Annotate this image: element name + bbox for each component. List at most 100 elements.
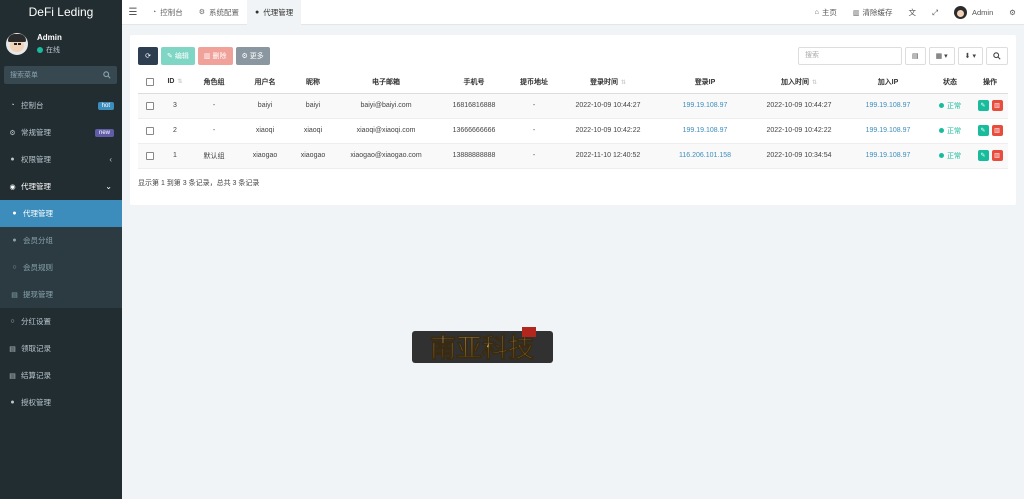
- cell-nickname: xiaoqi: [290, 118, 336, 144]
- settings-icon: ○: [10, 318, 15, 325]
- gear-icon: ⚙: [198, 9, 206, 16]
- row-delete-button[interactable]: ▥: [991, 150, 1003, 161]
- row-checkbox[interactable]: [146, 126, 154, 135]
- cell-login-ip[interactable]: 116.206.101.158: [660, 143, 750, 169]
- edit-button[interactable]: ✎ 编辑: [161, 47, 195, 65]
- row-edit-button[interactable]: ✎: [977, 150, 989, 161]
- brand-title[interactable]: DeFi Leding: [0, 0, 122, 25]
- user-name: Admin: [37, 33, 62, 42]
- online-dot-icon: [37, 47, 43, 53]
- status-badge: 正常: [939, 126, 961, 136]
- cell-id: 1: [162, 143, 188, 169]
- cell-login-time: 2022-11-10 12:40:52: [556, 143, 660, 169]
- status-badge: 正常: [939, 101, 961, 111]
- user-status: 在线: [37, 45, 62, 55]
- avatar: [6, 33, 28, 55]
- sidebar-item-general[interactable]: ⚙ 常规管理 new: [0, 119, 122, 146]
- cell-email: xiaogao@xiaogao.com: [336, 143, 436, 169]
- cell-mobile: 13666666666: [436, 118, 512, 144]
- cell-username: xiaogao: [240, 143, 290, 169]
- row-checkbox[interactable]: [146, 101, 154, 110]
- tab-system-config[interactable]: ⚙ 系统配置: [191, 0, 247, 25]
- sidebar-item-permission[interactable]: ● 权限管理 ‹: [0, 146, 122, 173]
- chevron-left-icon: ‹: [109, 155, 112, 164]
- sidebar-item-agent-manage[interactable]: ● 代理管理: [0, 200, 122, 227]
- tab-agent-manage[interactable]: ● 代理管理: [247, 0, 302, 25]
- table-search-input[interactable]: 搜索: [797, 47, 902, 65]
- col-nickname: 昵称: [290, 71, 336, 94]
- delete-button[interactable]: ▥ 删除: [197, 47, 233, 65]
- user-circle-icon: ◉: [9, 183, 16, 191]
- col-join-ip: 加入IP: [848, 71, 928, 94]
- cell-nickname: baiyi: [290, 93, 336, 119]
- main-panel: ⟳ ✎ 编辑 ▥ 删除 ⚙ 更多 搜索 ▤ ▦ ▾ ⬇ ▾ ID ⇅ 角色组 用户名 昵…: [130, 35, 1016, 205]
- sidebar-search-input[interactable]: 搜索菜单: [4, 66, 117, 84]
- col-login-time[interactable]: 登录时间 ⇅: [556, 71, 660, 94]
- export-icon[interactable]: ⬇ ▾: [957, 47, 983, 65]
- logo-text: 南亚科技: [430, 334, 534, 364]
- col-group: 角色组: [188, 71, 240, 94]
- cell-join-time: 2022-10-09 10:34:54: [750, 143, 848, 169]
- cell-mobile: 16816816888: [436, 93, 512, 119]
- cell-login-ip[interactable]: 199.19.108.97: [660, 93, 750, 119]
- cell-join-ip[interactable]: 199.19.108.97: [848, 118, 928, 144]
- sidebar-item-withdraw[interactable]: ▤ 提现管理: [0, 281, 122, 308]
- select-all-checkbox[interactable]: [146, 77, 154, 86]
- cell-join-ip[interactable]: 199.19.108.97: [848, 93, 928, 119]
- table-header-row: ID ⇅ 角色组 用户名 昵称 电子邮箱 手机号 提币地址 登录时间 ⇅ 登录IP …: [138, 71, 1008, 94]
- table-view-icon[interactable]: ▤: [904, 47, 926, 65]
- cell-address: -: [512, 118, 556, 144]
- pencil-icon: ✎: [167, 53, 173, 60]
- row-checkbox[interactable]: [146, 151, 154, 160]
- sidebar-item-authorization[interactable]: ● 授权管理: [0, 389, 122, 416]
- row-delete-button[interactable]: ▥: [991, 100, 1003, 111]
- pagination-info: 显示第 1 到第 3 条记录，总共 3 条记录: [138, 180, 260, 187]
- row-delete-button[interactable]: ▥: [991, 125, 1003, 136]
- cell-address: -: [512, 93, 556, 119]
- cell-username: xiaoqi: [240, 118, 290, 144]
- list-icon: ▤: [9, 345, 16, 353]
- cell-join-ip[interactable]: 199.19.108.97: [848, 143, 928, 169]
- dashboard-icon: ◔: [10, 102, 15, 109]
- home-icon: ⌂: [814, 9, 819, 16]
- settings-icon[interactable]: ⚙: [1001, 8, 1024, 17]
- col-email: 电子邮箱: [336, 71, 436, 94]
- search-icon: [103, 71, 111, 79]
- cell-group: -: [188, 93, 240, 119]
- col-join-time[interactable]: 加入时间 ⇅: [750, 71, 848, 94]
- status-badge: 正常: [939, 151, 961, 161]
- cell-id: 3: [162, 93, 188, 119]
- col-actions: 操作: [972, 71, 1008, 94]
- circle-icon: ○: [12, 264, 17, 271]
- translate-icon[interactable]: 文: [901, 7, 925, 18]
- chevron-down-icon: ⌄: [105, 182, 112, 191]
- row-edit-button[interactable]: ✎: [977, 125, 989, 136]
- sidebar-item-claim-records[interactable]: ▤ 领取记录: [0, 335, 122, 362]
- more-button[interactable]: ⚙ 更多: [235, 47, 270, 65]
- columns-icon[interactable]: ▦ ▾: [928, 47, 955, 65]
- cell-login-time: 2022-10-09 10:42:22: [556, 118, 660, 144]
- sidebar-item-dashboard[interactable]: ◔ 控制台 hot: [0, 92, 122, 119]
- clear-cache-button[interactable]: ▥ 清除缓存: [845, 7, 901, 18]
- cell-group: -: [188, 118, 240, 144]
- sidebar-item-dividend[interactable]: ○ 分红设置: [0, 308, 122, 335]
- sidebar-item-member-rule[interactable]: ○ 会员规则: [0, 254, 122, 281]
- sidebar-item-member-group[interactable]: ● 会员分组: [0, 227, 122, 254]
- tab-dashboard[interactable]: ◔ 控制台: [144, 0, 191, 25]
- home-link[interactable]: ⌂ 主页: [807, 7, 845, 18]
- sidebar-item-agent[interactable]: ◉ 代理管理 ⌄: [0, 173, 122, 200]
- user-menu[interactable]: Admin: [946, 6, 1001, 19]
- cell-email: xiaoqi@xiaoqi.com: [336, 118, 436, 144]
- menu-toggle-icon[interactable]: ☰: [122, 7, 144, 18]
- dashboard-icon: ◔: [152, 8, 157, 16]
- table-row: 1 默认组 xiaogao xiaogao xiaogao@xiaogao.co…: [138, 143, 1008, 169]
- cell-login-ip[interactable]: 199.19.108.97: [660, 118, 750, 144]
- refresh-button[interactable]: ⟳: [138, 47, 158, 65]
- fullscreen-icon[interactable]: ⤢: [924, 8, 946, 18]
- col-id[interactable]: ID ⇅: [162, 71, 188, 94]
- sidebar-item-settlement[interactable]: ▤ 结算记录: [0, 362, 122, 389]
- search-icon[interactable]: [986, 47, 1008, 65]
- row-edit-button[interactable]: ✎: [977, 100, 989, 111]
- col-mobile: 手机号: [436, 71, 512, 94]
- table-row: 3 - baiyi baiyi baiyi@baiyi.com 16816816…: [138, 93, 1008, 119]
